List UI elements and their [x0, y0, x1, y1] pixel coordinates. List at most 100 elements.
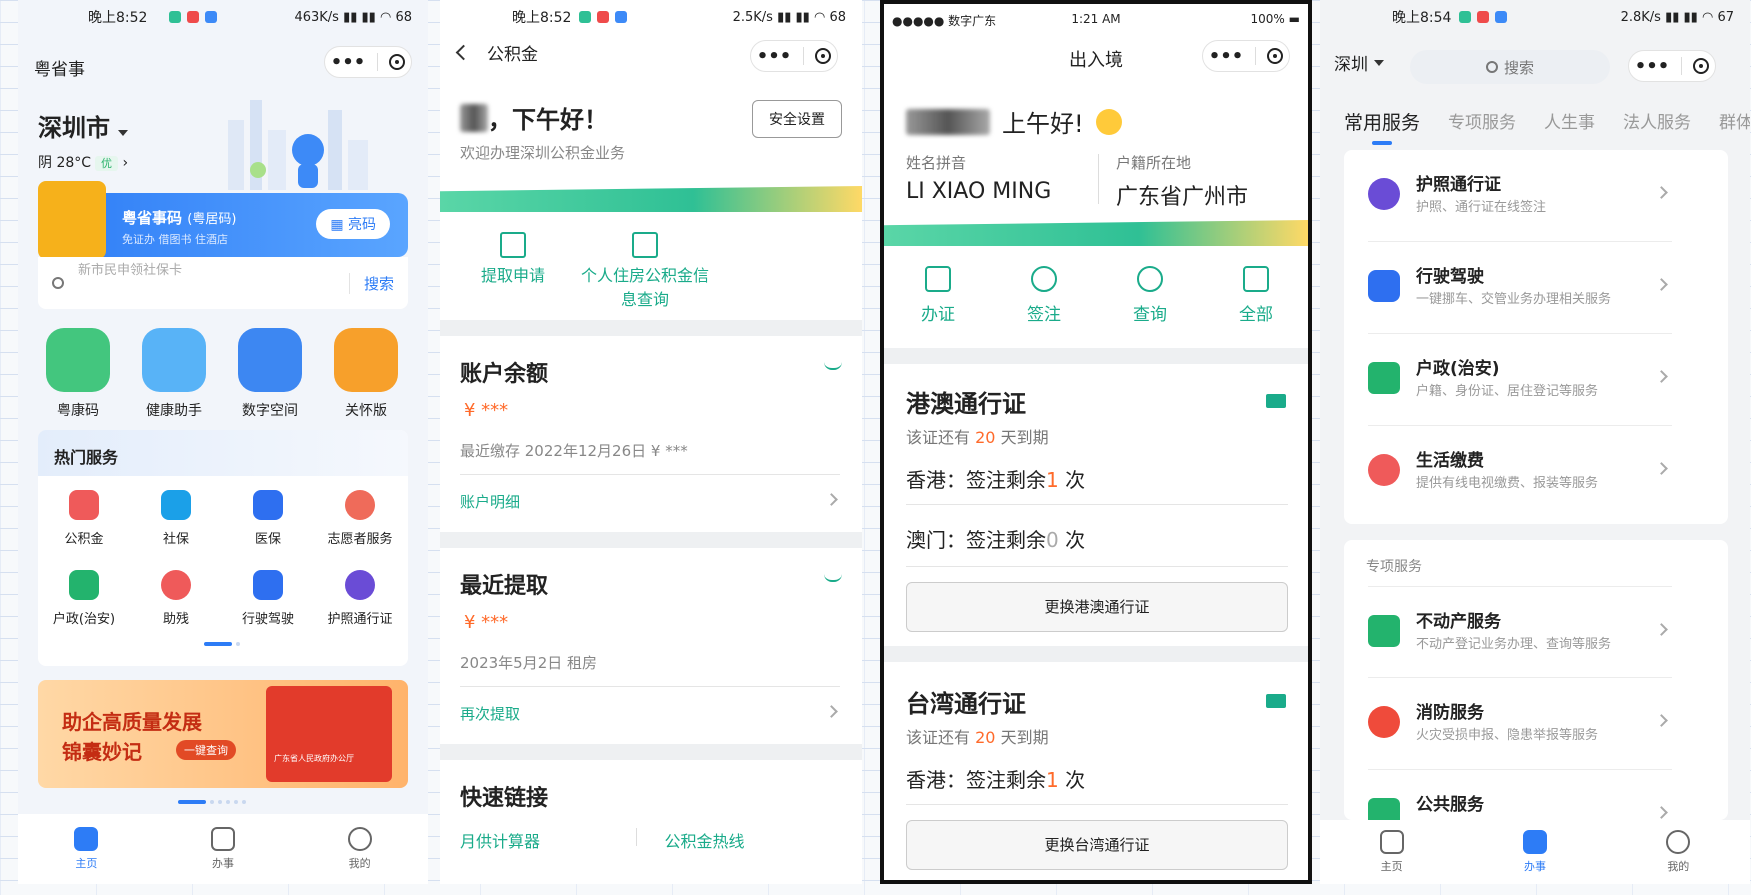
tab-legal-person[interactable]: 法人服务 [1623, 108, 1691, 135]
renew-taiwan-permit-button[interactable]: 更换台湾通行证 [906, 820, 1288, 870]
service-household[interactable]: 户政(治安) [38, 570, 130, 627]
tab-common-services[interactable]: 常用服务 [1344, 108, 1420, 145]
expiry-prefix: 该证还有 [906, 728, 971, 747]
battery-level: 68 [829, 9, 846, 25]
miniprogram-capsule[interactable]: ••• [1202, 40, 1290, 72]
service-real-estate[interactable]: 不动产服务 不动产登记业务办理、查询等服务 [1368, 586, 1672, 678]
tab-groups[interactable]: 群体服 [1719, 108, 1750, 135]
name-pinyin: 姓名拼音 LI XIAO MING [906, 152, 1051, 204]
quick-entry-digital-space[interactable]: 数字空间 [222, 328, 318, 420]
care-mode-icon [334, 328, 398, 392]
miniprogram-capsule[interactable]: ••• [750, 40, 838, 72]
service-passport[interactable]: 护照通行证 [314, 570, 406, 627]
show-code-label: 亮码 [348, 217, 376, 233]
service-fire[interactable]: 消防服务 火灾受损申报、隐患举报等服务 [1368, 678, 1672, 770]
service-title: 公共服务 [1416, 795, 1484, 815]
face-icon [1666, 830, 1691, 854]
expiry-suffix: 天到期 [1000, 428, 1049, 447]
blurred-name [460, 103, 488, 132]
banner-query-button[interactable]: 一键查询 [176, 740, 236, 760]
show-code-button[interactable]: ▦ 亮码 [316, 209, 390, 239]
close-target-icon[interactable] [1267, 48, 1284, 64]
more-icon[interactable]: ••• [757, 46, 792, 67]
yueshengshi-code-card[interactable]: 粤省事码 (粤居码) 免证办 借图书 住酒店 ▦ 亮码 [38, 181, 408, 259]
action-endorse[interactable]: 签注 [1004, 266, 1084, 325]
hk-macau-permit-title: 港澳通行证 [906, 390, 1026, 418]
more-icon[interactable]: ••• [1635, 56, 1670, 77]
tab-services[interactable]: 办事 [183, 827, 263, 871]
service-volunteer[interactable]: 志愿者服务 [314, 490, 406, 547]
withdraw-apply-action[interactable]: 提取申请 [468, 232, 558, 288]
withdraw-again-link[interactable]: 再次提取 [460, 686, 840, 734]
quick-entry-health-code[interactable]: 粤康码 [30, 328, 126, 420]
tab-services[interactable]: 办事 [1495, 830, 1575, 874]
code-logo-icon [38, 181, 106, 259]
close-target-icon[interactable] [815, 48, 832, 64]
service-driving[interactable]: 行驶驾驶 一键挪车、交管业务办理相关服务 [1368, 242, 1672, 334]
miniprogram-capsule[interactable]: ••• [1628, 50, 1716, 82]
action-all[interactable]: 全部 [1216, 266, 1296, 325]
hide-eye-icon[interactable] [824, 362, 842, 370]
status-time: 晚上8:54 [1392, 10, 1452, 26]
hide-eye-icon[interactable] [824, 574, 842, 582]
service-passport[interactable]: 护照通行证 护照、通行证在线签注 [1368, 150, 1672, 242]
more-icon[interactable]: ••• [1209, 46, 1244, 67]
tab-home[interactable]: 主页 [46, 827, 126, 871]
tab-label: 办事 [211, 857, 234, 870]
row-label: 香港：签注剩余 [906, 768, 1046, 792]
passport-icon [1368, 178, 1400, 210]
service-social-security[interactable]: 社保 [130, 490, 222, 547]
expiry-days: 20 [975, 728, 996, 747]
tab-mine[interactable]: 我的 [320, 827, 400, 871]
hotline-link[interactable]: 公积金热线 [665, 828, 841, 852]
service-label: 助残 [162, 612, 189, 627]
flame-drop-icon [1368, 454, 1400, 486]
tab-life-events[interactable]: 人生事 [1544, 108, 1595, 135]
close-target-icon[interactable] [1693, 58, 1710, 74]
account-detail-link[interactable]: 账户明细 [460, 474, 840, 522]
weather[interactable]: 阴 28°C 优 › [38, 152, 128, 172]
security-settings-button[interactable]: 安全设置 [752, 100, 842, 138]
back-chevron-icon[interactable] [455, 44, 472, 61]
promo-banner[interactable]: 助企高质量发展 锦囊妙记 一键查询 广东省人民政府办公厅 [38, 680, 408, 788]
search-bar[interactable]: 新市民申领社保卡 搜索 [38, 257, 408, 309]
service-household[interactable]: 户政(治安) 户籍、身份证、居住登记等服务 [1368, 334, 1672, 426]
close-target-icon[interactable] [389, 54, 406, 70]
service-disability-aid[interactable]: 助残 [130, 570, 222, 627]
service-driving[interactable]: 行驶驾驶 [222, 570, 314, 627]
miniprogram-capsule[interactable]: ••• [324, 46, 412, 78]
origin-value: 广东省广州市 [1116, 185, 1249, 210]
search-input[interactable]: 搜索 [1410, 50, 1610, 84]
tab-home[interactable]: 主页 [1352, 830, 1432, 874]
app-notification-icon [1477, 11, 1489, 23]
tab-mine[interactable]: 我的 [1638, 830, 1718, 874]
loan-calculator-link[interactable]: 月供计算器 [460, 828, 636, 852]
fund-info-query-action[interactable]: 个人住房公积金信息查询 [580, 232, 710, 312]
service-provident-fund[interactable]: 公积金 [38, 490, 130, 547]
quick-entry-health-assistant[interactable]: 健康助手 [126, 328, 222, 420]
search-button[interactable]: 搜索 [348, 272, 394, 294]
service-medical-insurance[interactable]: 医保 [222, 490, 314, 547]
tab-special-services[interactable]: 专项服务 [1448, 108, 1516, 135]
action-apply[interactable]: 办证 [898, 266, 978, 325]
city-selector[interactable]: 深圳 [1334, 50, 1384, 75]
service-subtitle: 一键挪车、交管业务办理相关服务 [1416, 292, 1612, 307]
yen-icon [500, 232, 526, 258]
city-selector[interactable]: 深圳市 [38, 108, 129, 143]
status-bar: 晚上8:52 2.5K/s ▮▮ ▮▮ ◠ 68 [440, 0, 862, 34]
service-utility-payment[interactable]: 生活缴费 提供有线电视缴费、报装等服务 [1368, 426, 1672, 518]
action-label: 查询 [1133, 305, 1167, 325]
renew-hk-permit-button[interactable]: 更换港澳通行证 [906, 582, 1288, 632]
search-placeholder: 新市民申领社保卡 [78, 263, 183, 278]
balance-last-deposit: 最近缴存 2022年12月26日 ¥ *** [460, 442, 688, 460]
quick-entry-care-mode[interactable]: 关怀版 [318, 328, 414, 420]
action-query[interactable]: 查询 [1110, 266, 1190, 325]
quick-links: 月供计算器 公积金热线 [460, 828, 840, 852]
service-label: 公积金 [64, 532, 104, 547]
divider [635, 828, 637, 846]
row-label: 澳门：签注剩余 [906, 528, 1046, 552]
more-icon[interactable]: ••• [331, 52, 366, 73]
id-card-icon [925, 266, 951, 292]
quick-links-title: 快速链接 [460, 786, 549, 811]
household-origin: 户籍所在地 广东省广州市 [1116, 152, 1248, 211]
